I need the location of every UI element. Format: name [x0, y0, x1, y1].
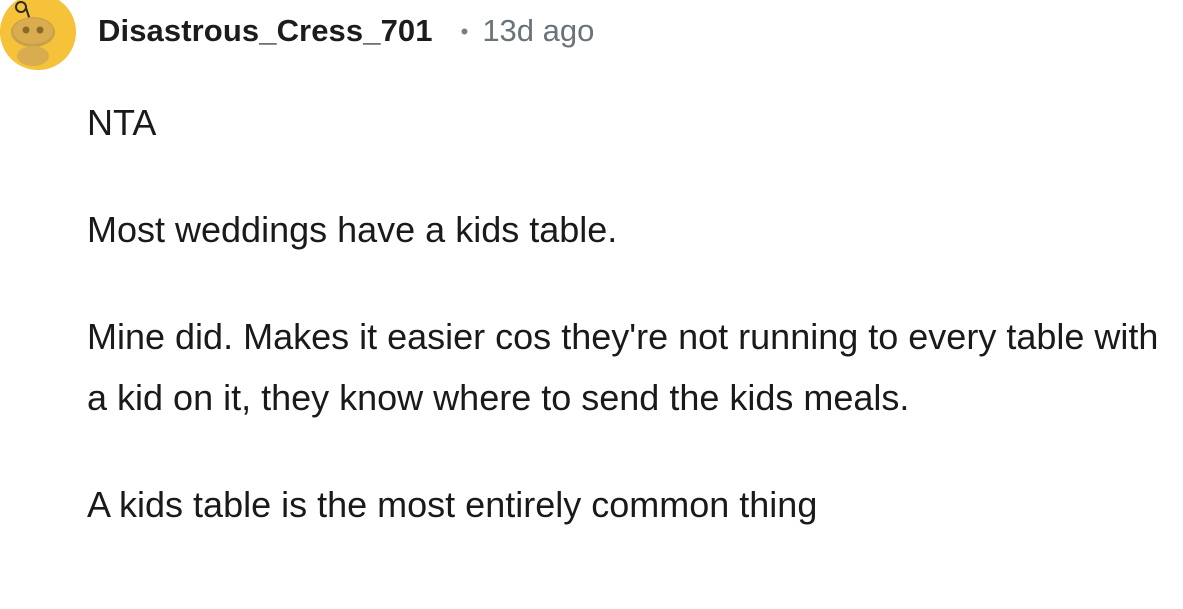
- comment-paragraph: NTA: [87, 102, 157, 143]
- separator-dot: •: [460, 19, 469, 44]
- comment: Disastrous_Cress_701 • 13d ago NTA Most …: [0, 0, 1183, 609]
- snoo-avatar-icon: [0, 0, 76, 70]
- comment-paragraph: A kids table is the most entirely common…: [87, 484, 818, 525]
- user-avatar[interactable]: [0, 0, 76, 70]
- timestamp[interactable]: 13d ago: [482, 13, 594, 49]
- comment-paragraph: Most weddings have a kids table.: [87, 209, 618, 250]
- username-link[interactable]: Disastrous_Cress_701: [98, 13, 433, 49]
- comment-body: NTA Most weddings have a kids table. Min…: [87, 92, 1177, 535]
- comment-paragraph: Mine did. Makes it easier cos they're no…: [87, 316, 1159, 418]
- comment-header: Disastrous_Cress_701 • 13d ago: [98, 8, 594, 54]
